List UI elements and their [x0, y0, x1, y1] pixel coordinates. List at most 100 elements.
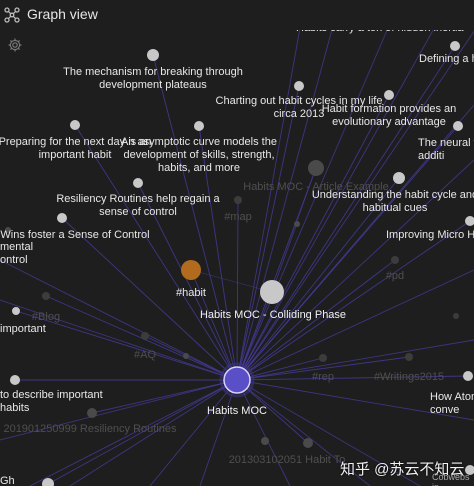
graph-node-colliding[interactable] [260, 280, 284, 304]
graph-label-line: important [0, 323, 46, 335]
graph-label-understanding[interactable]: Understanding the habit cycle and habitua… [312, 189, 474, 214]
watermark-subtext: Cobwebs in [432, 472, 470, 486]
graph-label-date1[interactable]: 201901250999 Resiliency Routines [3, 423, 177, 435]
graph-node-unlabeled[interactable] [294, 221, 300, 227]
graph-label-writings[interactable]: #Writings2015 [374, 371, 444, 383]
graph-node-describe[interactable] [10, 375, 20, 385]
graph-label-line: Defining a h [419, 53, 474, 65]
graph-node-charting[interactable] [294, 81, 304, 91]
graph-node-unlabeled[interactable] [261, 437, 269, 445]
graph-node-rep[interactable] [319, 354, 327, 362]
graph-label-line: habits, and more [158, 162, 240, 174]
graph-node-unlabeled[interactable] [183, 353, 189, 359]
graph-node-article[interactable] [308, 160, 324, 176]
graph-label-line: The neural forma [418, 137, 474, 149]
graph-label-line: 201901250999 Resiliency Routines [3, 423, 177, 435]
graph-label-line: conve [430, 404, 459, 416]
graph-label-line: mental [0, 241, 33, 253]
graph-node-wins[interactable] [57, 213, 67, 223]
graph-label-line: development of skills, strength, [123, 149, 274, 161]
graph-view-header: Graph view [0, 0, 474, 30]
graph-node-formation[interactable] [384, 90, 394, 100]
graph-label-line: important habit [39, 149, 112, 161]
graph-label-habit-tag[interactable]: #habit [176, 287, 206, 299]
graph-label-line: #AQ [134, 349, 156, 361]
graph-label-line: 201303102051 Habit To [229, 454, 346, 466]
graph-label-line: Habit formation provides an [322, 103, 457, 115]
graph-label-wins[interactable]: Wins foster a Sense of Control [0, 229, 149, 241]
graph-label-line: evolutionary advantage [332, 116, 446, 128]
graph-node-unlabeled[interactable] [453, 313, 459, 319]
graph-label-formation[interactable]: Habit formation provides an evolutionary … [322, 103, 457, 128]
graph-label-asymptotic[interactable]: An asymptotic curve models the developmen… [121, 136, 277, 174]
graph-label-line: Improving Micro Habi [386, 229, 474, 241]
graph-label-line: #pd [386, 270, 404, 282]
graph-node-preparing[interactable] [70, 120, 80, 130]
graph-label-mechanism[interactable]: The mechanism for breaking through develo… [63, 66, 243, 91]
graph-edge-offscreen [236, 379, 291, 486]
graph-node-asymptotic[interactable] [194, 121, 204, 131]
graph-node-writings[interactable] [405, 353, 413, 361]
graph-node-pd[interactable] [391, 256, 399, 264]
graph-label-line: Gh [0, 475, 15, 486]
graph-label-map[interactable]: #map [224, 211, 252, 223]
graph-label-hub[interactable]: Habits MOC [207, 405, 267, 417]
graph-label-line: development plateaus [99, 79, 207, 91]
graph-label-line: habits [0, 402, 30, 414]
graph-label-describe[interactable]: to describe important habits [0, 389, 103, 414]
graph-node-neural[interactable] [453, 121, 463, 131]
graph-label-line: #Blog [32, 311, 60, 323]
graph-label-resiliency[interactable]: Resiliency Routines help regain a sense o… [56, 193, 220, 218]
graph-node-defining[interactable] [450, 41, 460, 51]
graph-label-line: #habit [176, 287, 206, 299]
graph-label-line: Habits MOC - Colliding Phase [200, 309, 346, 321]
graph-label-line: circa 2013 [274, 108, 325, 120]
graph-node-mechanism[interactable] [147, 49, 159, 61]
graph-label-line: Wins foster a Sense of Control [0, 229, 149, 241]
graph-edge-charting [236, 85, 300, 381]
graph-edge-map [236, 199, 239, 381]
graph-edge-article [236, 167, 317, 381]
graph-label-gh[interactable]: Gh [0, 475, 15, 486]
graph-node-date1[interactable] [87, 408, 97, 418]
graph-label-defining[interactable]: Defining a h [419, 53, 474, 65]
graph-label-aq[interactable]: #AQ [134, 349, 156, 361]
graph-label-line: sense of control [99, 206, 177, 218]
graph-node-improving[interactable] [465, 216, 474, 226]
graph-label-line: The mechanism for breaking through [63, 66, 243, 78]
graph-view-title: Graph view [27, 6, 98, 22]
graph-edge-offscreen [236, 30, 474, 381]
graph-label-line: How Atom [430, 391, 474, 403]
graph-view-window: Habits carry a ton of hidden inertiaDefi… [0, 0, 474, 486]
graph-label-how-atom[interactable]: How Atomconve [430, 391, 474, 416]
graph-node-date2[interactable] [303, 438, 313, 448]
gear-icon[interactable] [7, 37, 23, 53]
graph-label-line: Understanding the habit cycle and [312, 189, 474, 201]
graph-label-improving[interactable]: Improving Micro Habi [386, 229, 474, 241]
graph-label-line: to describe important [0, 389, 103, 401]
graph-label-date2[interactable]: 201303102051 Habit To [229, 454, 346, 466]
graph-node-how-atom[interactable] [463, 371, 473, 381]
graph-label-mental[interactable]: mental ontrol [0, 241, 33, 266]
graph-label-important[interactable]: important [0, 323, 46, 335]
graph-label-line: ontrol [0, 254, 28, 266]
graph-label-pd[interactable]: #pd [386, 270, 404, 282]
graph-label-rep[interactable]: #rep [312, 371, 334, 383]
graph-label-line: habitual cues [363, 202, 428, 214]
graph-label-blog[interactable]: #Blog [32, 311, 60, 323]
graph-label-line: #Writings2015 [374, 371, 444, 383]
graph-node-habit-tag[interactable] [181, 260, 201, 280]
graph-node-important[interactable] [12, 307, 20, 315]
graph-node-understanding[interactable] [393, 172, 405, 184]
graph-node-blog[interactable] [42, 292, 50, 300]
graph-node-aq[interactable] [141, 332, 149, 340]
graph-label-line: Resiliency Routines help regain a [56, 193, 220, 205]
graph-label-colliding[interactable]: Habits MOC - Colliding Phase [200, 309, 346, 321]
graph-node-resiliency[interactable] [133, 178, 143, 188]
graph-node-hub[interactable] [223, 366, 251, 394]
graph-node-map[interactable] [234, 196, 242, 204]
graph-canvas[interactable]: Habits carry a ton of hidden inertiaDefi… [0, 0, 474, 486]
graph-label-line: additi [418, 150, 444, 162]
graph-icon [4, 7, 20, 23]
graph-label-neural[interactable]: The neural formaadditi [418, 137, 474, 162]
